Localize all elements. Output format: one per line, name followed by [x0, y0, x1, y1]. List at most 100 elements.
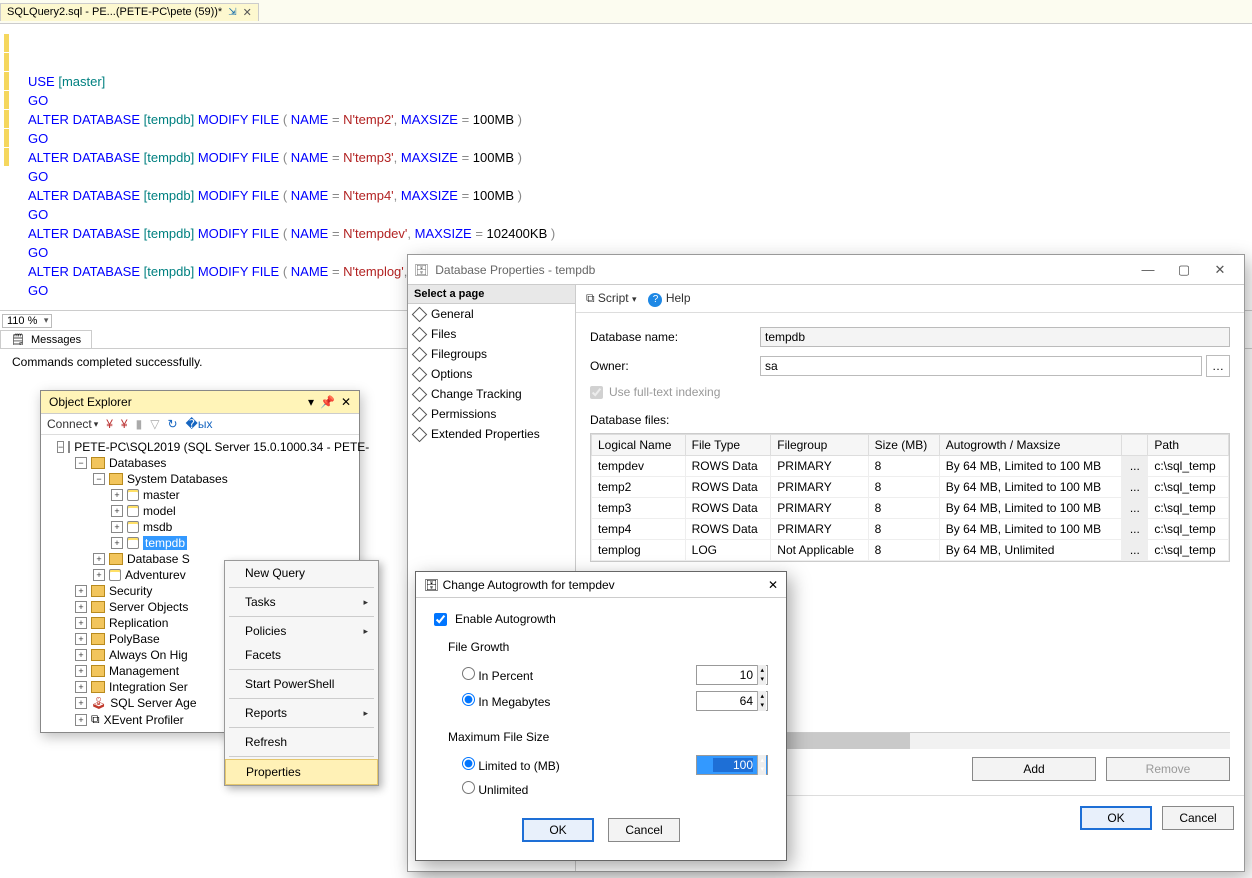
cm-tasks[interactable]: Tasks▸ — [225, 590, 378, 614]
percent-label: In Percent — [478, 669, 533, 683]
folder-icon — [91, 633, 105, 645]
owner-field[interactable] — [760, 356, 1202, 376]
table-row[interactable]: templogLOGNot Applicable8By 64 MB, Unlim… — [592, 540, 1229, 561]
cm-powershell[interactable]: Start PowerShell — [225, 672, 378, 696]
cm-properties[interactable]: Properties — [225, 759, 378, 785]
folder-icon — [91, 585, 105, 597]
activity-icon[interactable]: �ых — [186, 417, 213, 431]
table-row[interactable]: tempdevROWS DataPRIMARY8By 64 MB, Limite… — [592, 456, 1229, 477]
folder-icon — [91, 665, 105, 677]
page-change-tracking[interactable]: Change Tracking — [408, 384, 575, 404]
files-grid[interactable]: Logical NameFile TypeFilegroupSize (MB)A… — [590, 433, 1230, 562]
zoom-value: 110 % — [7, 315, 37, 327]
db-master[interactable]: +master — [41, 487, 359, 503]
script-button[interactable]: ⧉ Script ▾ — [586, 291, 636, 306]
table-row[interactable]: temp4ROWS DataPRIMARY8By 64 MB, Limited … — [592, 519, 1229, 540]
dropdown-icon[interactable]: ▾ — [308, 395, 314, 409]
cm-policies[interactable]: Policies▸ — [225, 619, 378, 643]
autog-title-text: Change Autogrowth for tempdev — [443, 578, 615, 592]
chevron-right-icon: ▸ — [363, 708, 368, 719]
cm-new-query[interactable]: New Query — [225, 561, 378, 585]
db-model[interactable]: +model — [41, 503, 359, 519]
database-icon — [127, 521, 139, 533]
db-tempdb[interactable]: +tempdb — [41, 535, 359, 551]
editor-tab[interactable]: SQLQuery2.sql - PE...(PETE-PC\pete (59))… — [0, 3, 259, 21]
maximize-icon[interactable]: ▢ — [1166, 260, 1202, 280]
stop-icon[interactable]: ¥ — [121, 417, 128, 431]
enable-autogrowth-label: Enable Autogrowth — [455, 612, 556, 626]
autog-title-bar[interactable]: 🗄 Change Autogrowth for tempdev ✕ — [416, 572, 786, 598]
system-databases-node[interactable]: −System Databases — [41, 471, 359, 487]
disconnect-icon[interactable]: ¥ — [106, 417, 113, 431]
folder-icon — [91, 649, 105, 661]
agent-icon: 🕹 — [91, 696, 106, 710]
cm-facets[interactable]: Facets — [225, 643, 378, 667]
percent-spinner[interactable] — [696, 665, 768, 685]
dlg-side-header: Select a page — [408, 285, 575, 304]
files-label: Database files: — [590, 413, 1230, 427]
close-icon[interactable]: ✕ — [768, 578, 778, 592]
pin-icon[interactable]: 📌 — [320, 395, 335, 409]
page-files[interactable]: Files — [408, 324, 575, 344]
chevron-right-icon: ▸ — [363, 597, 368, 608]
page-permissions[interactable]: Permissions — [408, 404, 575, 424]
percent-radio[interactable] — [462, 667, 475, 680]
server-node[interactable]: −PETE-PC\SQL2019 (SQL Server 15.0.1000.3… — [41, 439, 359, 455]
megabytes-spinner[interactable] — [696, 691, 768, 711]
messages-text: Commands completed successfully. — [12, 355, 203, 369]
page-extended-properties[interactable]: Extended Properties — [408, 424, 575, 444]
pin-icon[interactable]: ⇲ — [228, 7, 236, 18]
limited-spinner[interactable] — [696, 755, 768, 775]
messages-tab[interactable]: 🗒 Messages — [0, 330, 92, 348]
folder-icon — [91, 601, 105, 613]
connect-button[interactable]: Connect ▾ — [47, 417, 98, 431]
dlg-title-bar[interactable]: 🗄 Database Properties - tempdb — ▢ ✕ — [408, 255, 1244, 285]
limited-radio[interactable] — [462, 757, 475, 770]
table-row[interactable]: temp3ROWS DataPRIMARY8By 64 MB, Limited … — [592, 498, 1229, 519]
filegrowth-label: File Growth — [448, 640, 768, 654]
close-icon[interactable]: ✕ — [243, 6, 252, 19]
fulltext-checkbox — [590, 386, 603, 399]
wrench-icon — [412, 326, 428, 342]
wrench-icon — [412, 306, 428, 322]
filter2-icon[interactable]: ▽ — [150, 417, 159, 431]
close-icon[interactable]: ✕ — [1202, 260, 1238, 280]
page-general[interactable]: General — [408, 304, 575, 324]
database-icon — [127, 505, 139, 517]
cm-reports[interactable]: Reports▸ — [225, 701, 378, 725]
cancel-button[interactable]: Cancel — [1162, 806, 1234, 830]
dlg-main-toolbar: ⧉ Script ▾ ? Help — [576, 285, 1244, 313]
add-button[interactable]: Add — [972, 757, 1096, 781]
megabytes-radio[interactable] — [462, 693, 475, 706]
dbname-field — [760, 327, 1230, 347]
owner-label: Owner: — [590, 359, 760, 373]
owner-browse-button[interactable]: … — [1206, 355, 1230, 377]
ok-button[interactable]: OK — [522, 818, 594, 842]
database-icon — [109, 569, 121, 581]
page-filegroups[interactable]: Filegroups — [408, 344, 575, 364]
editor-gutter — [4, 34, 20, 262]
unlimited-radio[interactable] — [462, 781, 475, 794]
db-msdb[interactable]: +msdb — [41, 519, 359, 535]
wrench-icon — [412, 406, 428, 422]
refresh-icon[interactable]: ↻ — [167, 417, 177, 431]
maxsize-label: Maximum File Size — [448, 730, 768, 744]
fulltext-label: Use full-text indexing — [609, 385, 720, 399]
folder-icon — [91, 457, 105, 469]
megabytes-label: In Megabytes — [478, 695, 550, 709]
zoom-dropdown[interactable]: 110 % — [2, 314, 52, 328]
unlimited-label: Unlimited — [478, 783, 528, 797]
enable-autogrowth-checkbox[interactable] — [434, 613, 447, 626]
db-icon: 🗄 — [414, 263, 429, 277]
help-button[interactable]: ? Help — [648, 291, 690, 307]
ok-button[interactable]: OK — [1080, 806, 1152, 830]
cancel-button[interactable]: Cancel — [608, 818, 680, 842]
filter-icon[interactable]: ▮ — [136, 417, 143, 431]
close-icon[interactable]: ✕ — [341, 395, 351, 409]
page-options[interactable]: Options — [408, 364, 575, 384]
minimize-icon[interactable]: — — [1130, 260, 1166, 280]
databases-node[interactable]: −Databases — [41, 455, 359, 471]
table-row[interactable]: temp2ROWS DataPRIMARY8By 64 MB, Limited … — [592, 477, 1229, 498]
remove-button: Remove — [1106, 757, 1230, 781]
cm-refresh[interactable]: Refresh — [225, 730, 378, 754]
